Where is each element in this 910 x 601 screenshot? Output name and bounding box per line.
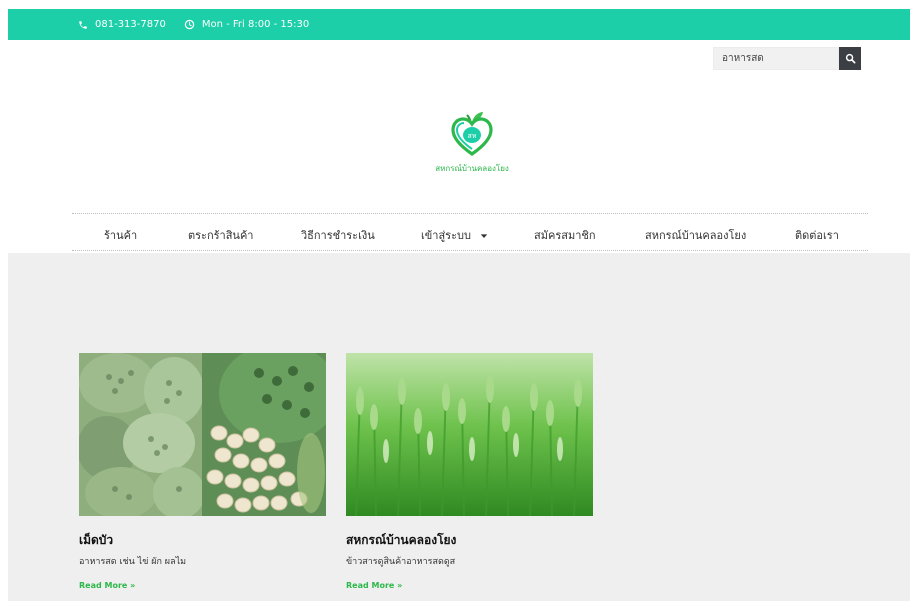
heart-apple-logo-icon: สห bbox=[451, 112, 493, 156]
card-description: อาหารสด เช่น ไข่ ผัก ผลไม bbox=[79, 557, 187, 567]
nav-item-payment[interactable]: วิธีการชำระเงิน bbox=[301, 226, 375, 244]
logo-badge-text: สห bbox=[468, 132, 477, 140]
search-form bbox=[713, 47, 861, 70]
nav-item-cart[interactable]: ตระกร้าสินค้า bbox=[188, 226, 253, 244]
nav-item-login-label: เข้าสู่ระบบ bbox=[421, 229, 471, 242]
nav-item-login[interactable]: เข้าสู่ระบบ bbox=[421, 226, 488, 244]
card-description: ข้าวสารดูสินค้าอาหารสดดูส bbox=[346, 557, 456, 567]
card-title[interactable]: เม็ดบัว bbox=[79, 531, 326, 550]
page: 081-313-7870 Mon - Fri 8:00 - 15:30 อาหา… bbox=[0, 0, 910, 601]
nav-item-cooperative[interactable]: สหกรณ์บ้านคลองโยง bbox=[645, 226, 746, 244]
main-navigation: ร้านค้า ตระกร้าสินค้า วิธีการชำระเงิน เข… bbox=[72, 213, 868, 251]
lotus-seed-image[interactable] bbox=[79, 353, 326, 516]
wheat-field-illustration bbox=[346, 353, 593, 516]
caret-down-icon bbox=[481, 234, 488, 238]
phone-contact[interactable]: 081-313-7870 bbox=[78, 19, 166, 30]
hours-text: Mon - Fri 8:00 - 15:30 bbox=[201, 19, 310, 30]
wheat-field-image[interactable] bbox=[346, 353, 593, 516]
card-title[interactable]: สหกรณ์บ้านคลองโยง bbox=[346, 531, 593, 550]
product-card: เม็ดบัว อาหารสด เช่น ไข่ ผัก ผลไม Read M… bbox=[79, 353, 326, 590]
logo-brand-text: สหกรณ์บ้านคลองโยง bbox=[435, 164, 509, 173]
nav-item-register[interactable]: สมัครสมาชิก bbox=[534, 226, 596, 244]
search-input[interactable] bbox=[713, 47, 839, 70]
read-more-link[interactable]: Read More » bbox=[79, 581, 326, 590]
lotus-seed-illustration bbox=[79, 353, 326, 516]
phone-icon bbox=[79, 20, 87, 29]
site-logo[interactable]: สห สหกรณ์บ้านคลองโยง bbox=[424, 108, 520, 176]
search-button[interactable] bbox=[839, 47, 861, 70]
nav-item-contact[interactable]: ติดต่อเรา bbox=[795, 226, 839, 244]
phone-number: 081-313-7870 bbox=[95, 19, 166, 30]
opening-hours: Mon - Fri 8:00 - 15:30 bbox=[184, 19, 309, 30]
content-area: เม็ดบัว อาหารสด เช่น ไข่ ผัก ผลไม Read M… bbox=[8, 253, 910, 601]
clock-icon bbox=[184, 19, 195, 30]
top-bar: 081-313-7870 Mon - Fri 8:00 - 15:30 bbox=[8, 9, 910, 40]
nav-item-shop[interactable]: ร้านค้า bbox=[104, 226, 137, 244]
search-icon bbox=[845, 53, 855, 64]
product-card: สหกรณ์บ้านคลองโยง ข้าวสารดูสินค้าอาหารสด… bbox=[346, 353, 593, 590]
read-more-link[interactable]: Read More » bbox=[346, 581, 593, 590]
